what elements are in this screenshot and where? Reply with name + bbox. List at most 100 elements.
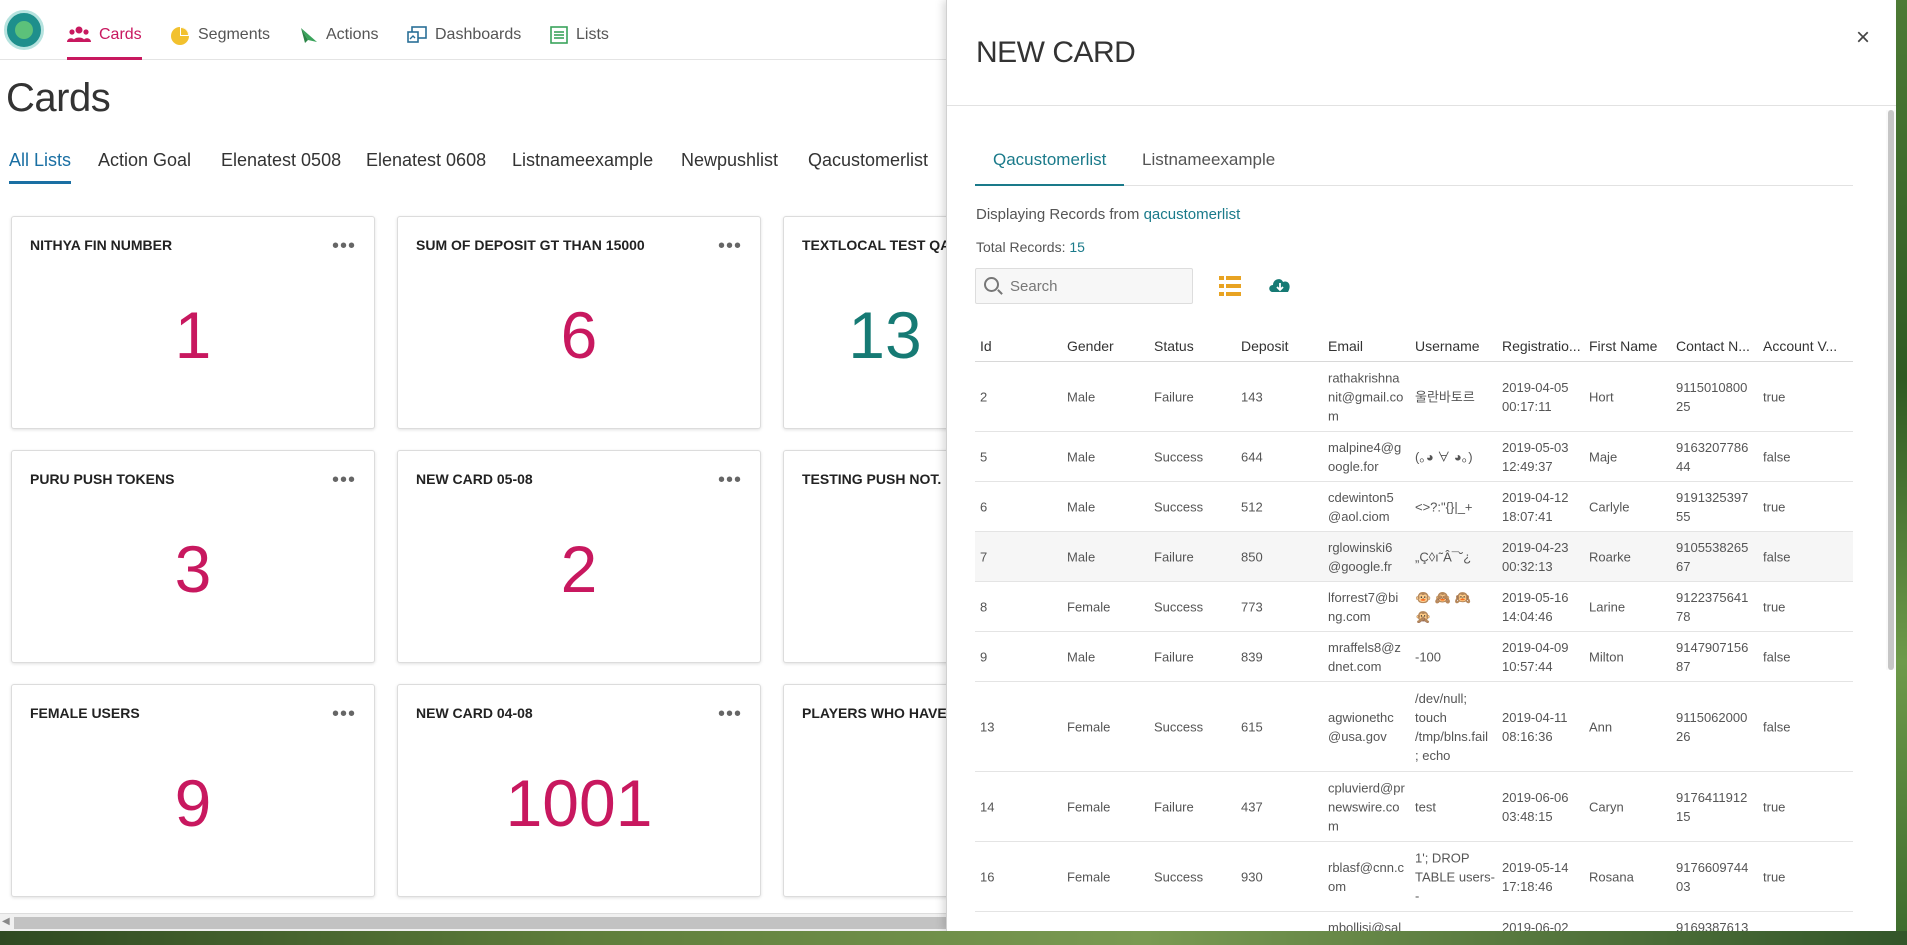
card-value: 6 — [560, 298, 598, 372]
page-title: Cards — [6, 76, 111, 120]
search-input[interactable] — [1010, 269, 1190, 303]
table-cell: Female — [1067, 869, 1111, 884]
nav-item-segments[interactable]: Segments — [170, 26, 270, 60]
table-cell: Milton — [1589, 649, 1624, 664]
card-puru-push-tokens[interactable]: PURU PUSH TOKENS ••• 3 — [11, 450, 375, 663]
column-header[interactable]: Status — [1154, 338, 1194, 354]
table-row[interactable]: 14 Female Failure 437 cpluvierd@pr newswire.… — [975, 772, 1853, 842]
card-title: SUM OF DEPOSIT GT THAN 15000 — [416, 237, 645, 253]
tab-qacustomerlist[interactable]: Qacustomerlist — [975, 150, 1125, 186]
column-header[interactable]: Username — [1415, 338, 1480, 354]
cloud-download-icon[interactable] — [1267, 274, 1293, 296]
records-table: Id Gender Status Deposit Email Username … — [975, 334, 1853, 931]
search-field[interactable] — [975, 268, 1193, 304]
close-icon[interactable]: × — [1856, 24, 1870, 52]
more-options-icon[interactable]: ••• — [718, 703, 742, 726]
table-row[interactable]: 2 Male Failure 143 rathakrishna nit@gmail.co… — [975, 362, 1853, 432]
table-cell: agwionethc @usa.gov — [1328, 709, 1394, 744]
column-header[interactable]: Gender — [1067, 338, 1114, 354]
card-new-card-05-08[interactable]: NEW CARD 05-08 ••• 2 — [397, 450, 761, 663]
column-header[interactable]: Contact N... — [1676, 338, 1750, 354]
column-header[interactable]: Registratio... — [1502, 338, 1581, 354]
table-row[interactable]: 6 Male Success 512 cdewinton5 @aol.ciom <>?:"… — [975, 482, 1853, 532]
total-records-line: Total Records: 15 — [976, 239, 1085, 255]
column-header[interactable]: Id — [980, 338, 992, 354]
tab-listnameexample[interactable]: Listnameexample — [1124, 150, 1293, 186]
table-row[interactable]: mbollisi@sal 2019-06-02 9169387613 — [975, 912, 1853, 931]
card-title: NITHYA FIN NUMBER — [30, 237, 173, 253]
card-value: 1001 — [505, 766, 653, 840]
column-header[interactable]: First Name — [1589, 338, 1657, 354]
pie-chart-icon — [170, 26, 190, 49]
nav-item-dashboards[interactable]: Dashboards — [407, 26, 521, 60]
list-tab-newpushlist[interactable]: Newpushlist — [681, 150, 778, 184]
table-cell: false — [1763, 449, 1791, 464]
scrollbar-thumb[interactable] — [1888, 110, 1894, 670]
card-new-card-04-08[interactable]: NEW CARD 04-08 ••• 1001 — [397, 684, 761, 897]
table-row[interactable]: 16 Female Success 930 rblasf@cnn.c om 1'; DRO… — [975, 842, 1853, 912]
more-options-icon[interactable]: ••• — [718, 235, 742, 258]
table-cell: 2019-04-12 18:07:41 — [1502, 489, 1569, 524]
table-row[interactable]: 8 Female Success 773 lforrest7@bi ng.com 🐵 🙈 … — [975, 582, 1853, 632]
column-header[interactable]: Deposit — [1241, 338, 1288, 354]
app-logo[interactable] — [4, 10, 44, 50]
more-options-icon[interactable]: ••• — [718, 469, 742, 492]
table-cell: 8 — [980, 599, 988, 614]
table-cell: 644 — [1241, 449, 1263, 464]
card-title: NEW CARD 04-08 — [416, 705, 533, 721]
more-options-icon[interactable]: ••• — [332, 235, 356, 258]
list-view-icon[interactable] — [1219, 276, 1241, 296]
list-tab-action-goal[interactable]: Action Goal — [98, 150, 191, 184]
table-cell: Carlyle — [1589, 499, 1630, 514]
more-options-icon[interactable]: ••• — [332, 469, 356, 492]
table-cell: Ann — [1589, 719, 1613, 734]
table-cell: 9163207786 44 — [1676, 439, 1749, 474]
table-cell: -100 — [1415, 649, 1442, 664]
list-tab-listnameexample[interactable]: Listnameexample — [512, 150, 653, 184]
table-cell: mbollisi@sal — [1328, 920, 1402, 931]
table-cell: false — [1763, 549, 1791, 564]
list-icon — [550, 26, 568, 47]
table-cell: Maje — [1589, 449, 1618, 464]
card-sum-of-deposit[interactable]: SUM OF DEPOSIT GT THAN 15000 ••• 6 — [397, 216, 761, 429]
column-header[interactable]: Account V... — [1763, 338, 1837, 354]
table-cell: true — [1763, 799, 1786, 814]
table-cell: cpluvierd@pr newswire.co m — [1328, 780, 1405, 833]
list-tab-all-lists[interactable]: All Lists — [9, 150, 72, 184]
table-row[interactable]: 5 Male Success 644 malpine4@g oogle.for (｡◕ ∀… — [975, 432, 1853, 482]
table-cell: Rosana — [1589, 869, 1634, 884]
scroll-left-arrow-icon[interactable]: ◀ — [2, 916, 10, 927]
nav-item-cards[interactable]: Cards — [67, 26, 142, 60]
users-icon — [67, 26, 91, 46]
card-title: PURU PUSH TOKENS — [30, 471, 175, 487]
nav-item-actions[interactable]: Actions — [300, 26, 378, 60]
scrollbar-thumb[interactable] — [14, 917, 954, 929]
table-row[interactable]: 7 Male Failure 850 rglowinski6 @google.fr „Ç◊… — [975, 532, 1853, 582]
card-title: TEXTLOCAL TEST QA(P — [802, 237, 965, 253]
card-title: TESTING PUSH NOT. — [802, 471, 942, 487]
nav-label-actions: Actions — [326, 26, 379, 43]
list-tab-qacustomerlist[interactable]: Qacustomerlist — [808, 150, 928, 184]
list-tab-elenatest-0608[interactable]: Elenatest 0608 — [366, 150, 486, 184]
table-cell: Female — [1067, 599, 1111, 614]
horizontal-scrollbar[interactable]: ◀ — [0, 913, 960, 931]
column-header[interactable]: Email — [1328, 338, 1363, 354]
table-body: 2 Male Failure 143 rathakrishna nit@gmail.co… — [975, 362, 1853, 931]
card-female-users[interactable]: FEMALE USERS ••• 9 — [11, 684, 375, 897]
table-row[interactable]: 13 Female Success 615 agwionethc @usa.gov/de… — [975, 682, 1853, 772]
table-cell: false — [1763, 719, 1791, 734]
card-title: NEW CARD 05-08 — [416, 471, 533, 487]
table-cell: 2019-05-16 14:04:46 — [1502, 589, 1569, 624]
table-cell: 437 — [1241, 799, 1263, 814]
table-row[interactable]: 9 Male Failure 839 mraffels8@z dnet.com -100 2… — [975, 632, 1853, 682]
list-tab-elenatest-0508[interactable]: Elenatest 0508 — [221, 150, 341, 184]
table-cell: 9191325397 55 — [1676, 489, 1749, 524]
vertical-scrollbar[interactable] — [1886, 110, 1896, 670]
nav-item-lists[interactable]: Lists — [550, 26, 609, 60]
table-cell: 2019-06-06 03:48:15 — [1502, 789, 1569, 824]
paper-plane-icon — [300, 26, 318, 47]
more-options-icon[interactable]: ••• — [332, 703, 356, 726]
panel-tabs: Qacustomerlist Listnameexample — [975, 140, 1853, 186]
card-nithya-fin-number[interactable]: NITHYA FIN NUMBER ••• 1 — [11, 216, 375, 429]
table-cell: Failure — [1154, 389, 1194, 404]
